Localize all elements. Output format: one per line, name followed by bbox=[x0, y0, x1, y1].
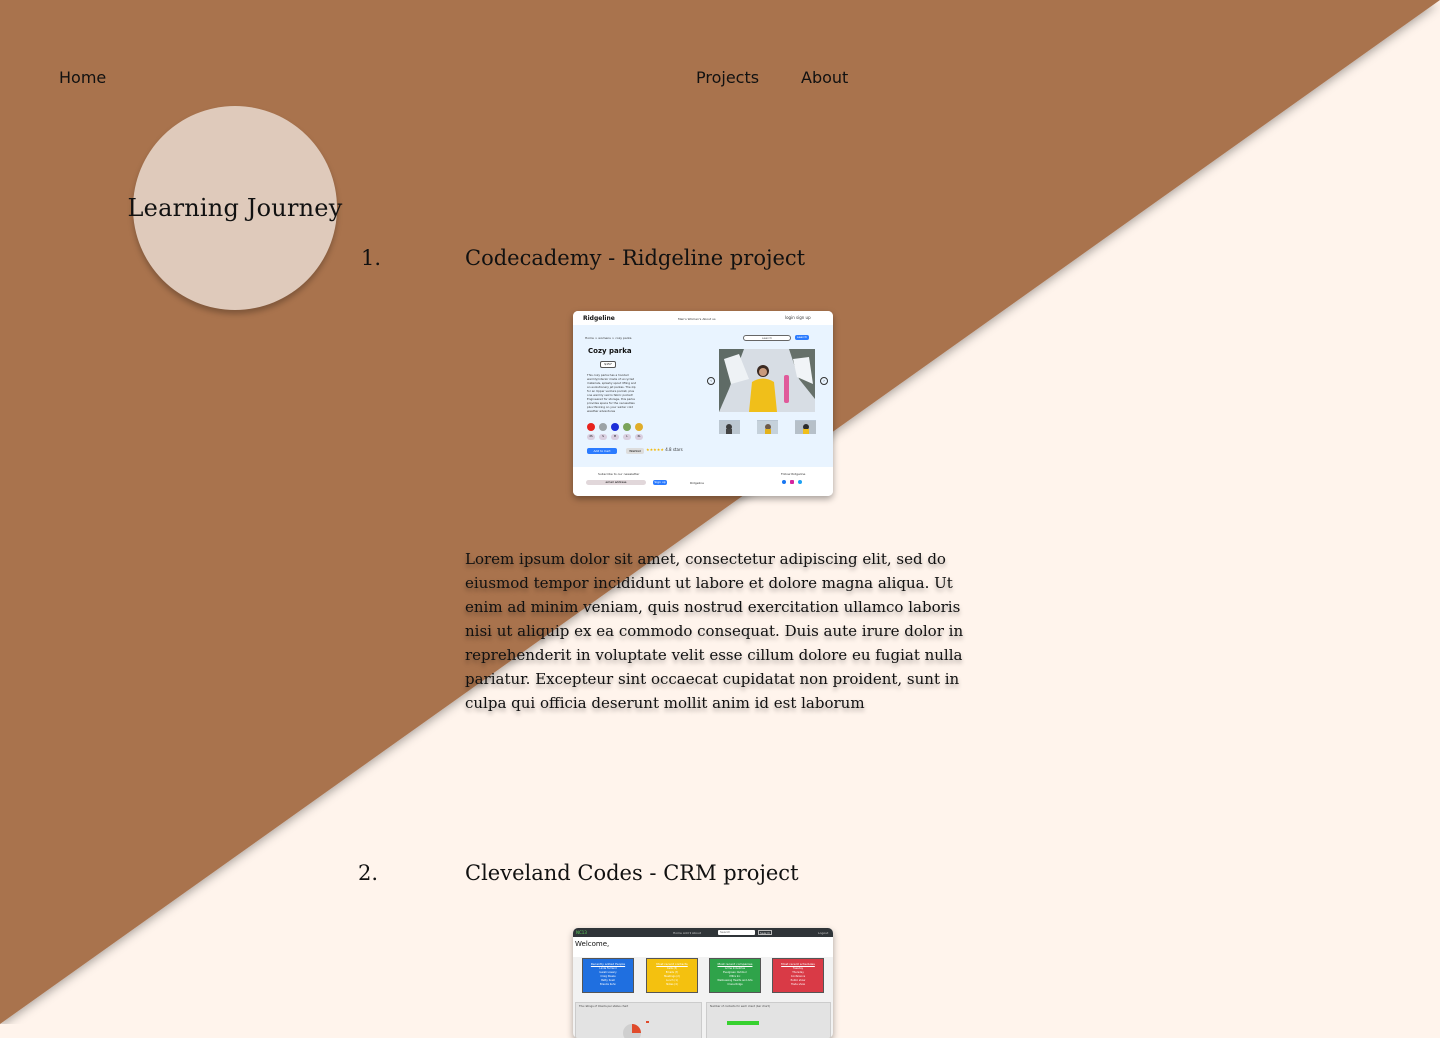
project-number: 2. bbox=[358, 861, 379, 885]
dashboard-card: Most recent schedules Tuesday Thursday Con… bbox=[772, 958, 824, 993]
size-option: XS bbox=[587, 434, 595, 440]
rating-text: 4.8 stars bbox=[665, 447, 683, 452]
search-button: Search bbox=[758, 930, 772, 935]
contacts-chart-panel: Number of contacts for each client (bar … bbox=[706, 1002, 831, 1038]
card-line: Brenda Kuhn bbox=[600, 983, 616, 986]
add-to-cart-button: Add to Cart bbox=[587, 448, 617, 454]
size-option: XL bbox=[635, 434, 643, 440]
woman-in-yellow-parka-image bbox=[719, 349, 815, 412]
crm-nav-links: Home Add ▾ About bbox=[673, 931, 701, 935]
twitter-icon bbox=[798, 480, 802, 484]
project-title: Cleveland Codes - CRM project bbox=[465, 861, 799, 885]
ridgeline-nav: Men's Women's About us bbox=[678, 317, 716, 321]
product-thumbnail bbox=[795, 420, 816, 434]
card-title: Most recent contacts bbox=[656, 962, 688, 966]
product-photo bbox=[719, 349, 815, 412]
card-line: Crane Ridge bbox=[727, 983, 743, 986]
wishlist-button: Wishlist bbox=[626, 448, 644, 454]
color-swatch bbox=[623, 423, 631, 431]
project-description: Lorem ipsum dolor sit amet, consectetur … bbox=[465, 550, 964, 712]
size-option: L bbox=[623, 434, 631, 440]
logout-link: Logout bbox=[818, 931, 829, 935]
panel-title: The ratings of Clients per status chart bbox=[579, 1005, 629, 1008]
crm-project-screenshot[interactable]: NC13 Home Add ▾ About Search Search Logo… bbox=[573, 928, 833, 1038]
search-input: search bbox=[743, 335, 791, 341]
ridgeline-logo: Ridgeline bbox=[583, 315, 615, 322]
dashboard-card: Most recent contacts Calls (3) Emails (7)… bbox=[646, 958, 698, 993]
email-field: email address bbox=[586, 480, 646, 485]
rating-stars: ★★★★★ 4.8 stars bbox=[646, 447, 683, 452]
search-button: search bbox=[795, 335, 809, 340]
size-option: S bbox=[599, 434, 607, 440]
color-swatch bbox=[587, 423, 595, 431]
panel-title: Number of contacts for each client (bar … bbox=[710, 1005, 770, 1008]
ridgeline-header: Ridgeline Men's Women's About us login s… bbox=[573, 311, 833, 325]
arrow-left-icon: ‹ bbox=[707, 377, 715, 385]
pie-chart-icon bbox=[623, 1021, 649, 1038]
dashboard-card: Most recent companies Acme Industries Eve… bbox=[709, 958, 761, 993]
card-title: Most recent schedules bbox=[781, 962, 815, 966]
follow-label: Follow Ridgeline bbox=[781, 472, 806, 476]
ridgeline-footer: Subscribe to our newsletter email addres… bbox=[573, 467, 833, 496]
card-line: Notes (4) bbox=[666, 983, 678, 986]
newsletter-label: Subscribe to our newsletter bbox=[598, 472, 640, 476]
sign-up-button: Sign up bbox=[653, 480, 667, 485]
product-price: $157 bbox=[600, 361, 616, 368]
dashboard-card: Recently added People Linda Ferrand Isaia… bbox=[582, 958, 634, 993]
project-number: 1. bbox=[361, 246, 382, 270]
color-swatch bbox=[599, 423, 607, 431]
facebook-icon bbox=[782, 480, 786, 484]
size-option: M bbox=[611, 434, 619, 440]
nav-about-link[interactable]: About bbox=[801, 68, 848, 87]
instagram-icon bbox=[790, 480, 794, 484]
card-body: Calls (3) Emails (7) Meetings (2) Lunch (1)… bbox=[647, 967, 697, 987]
welcome-heading: Welcome, bbox=[575, 940, 610, 948]
product-thumbnail bbox=[757, 420, 778, 434]
breadcrumb: Home > womens > cozy parka bbox=[585, 336, 632, 340]
ridgeline-account-links: login sign up bbox=[785, 315, 811, 320]
card-title: Most recent companies bbox=[717, 962, 753, 966]
chart-bar bbox=[727, 1021, 759, 1025]
project-title: Codecademy - Ridgeline project bbox=[465, 246, 806, 270]
crm-welcome-bar bbox=[573, 937, 833, 957]
ridgeline-project-screenshot[interactable]: Ridgeline Men's Women's About us login s… bbox=[573, 311, 833, 496]
product-name: Cozy parka bbox=[588, 347, 632, 355]
color-swatches bbox=[587, 423, 643, 431]
ratings-chart-panel: The ratings of Clients per status chart bbox=[575, 1002, 702, 1038]
color-swatch bbox=[635, 423, 643, 431]
search-input: Search bbox=[718, 930, 755, 935]
page-title: Learning Journey bbox=[127, 194, 343, 222]
product-thumbnail bbox=[719, 420, 740, 434]
card-body: Acme Industries Evergreen Outdoor Mitra In… bbox=[710, 967, 760, 987]
card-body: Tuesday Thursday Conference Public show Trad… bbox=[773, 967, 823, 987]
card-title: Recently added People bbox=[590, 962, 626, 966]
crm-navbar: NC13 Home Add ▾ About Search Search Logo… bbox=[573, 928, 833, 937]
footer-logo: Ridgeline bbox=[690, 481, 704, 485]
nav-projects-link[interactable]: Projects bbox=[696, 68, 759, 87]
ridgeline-product-section: Home > womens > cozy parka search search… bbox=[573, 325, 833, 467]
size-options: XS S M L XL bbox=[587, 434, 643, 440]
card-body: Linda Ferrand Isaiah Lowery Craig Steele Be… bbox=[583, 967, 633, 987]
arrow-right-icon: › bbox=[820, 377, 828, 385]
crm-brand: NC13 bbox=[576, 930, 587, 935]
title-circle: Learning Journey bbox=[128, 106, 342, 310]
nav-home-link[interactable]: Home bbox=[59, 68, 106, 87]
product-description: This cozy parka has a hooded warmly/inte… bbox=[587, 373, 637, 413]
card-line: Trade show bbox=[790, 983, 806, 986]
color-swatch bbox=[611, 423, 619, 431]
